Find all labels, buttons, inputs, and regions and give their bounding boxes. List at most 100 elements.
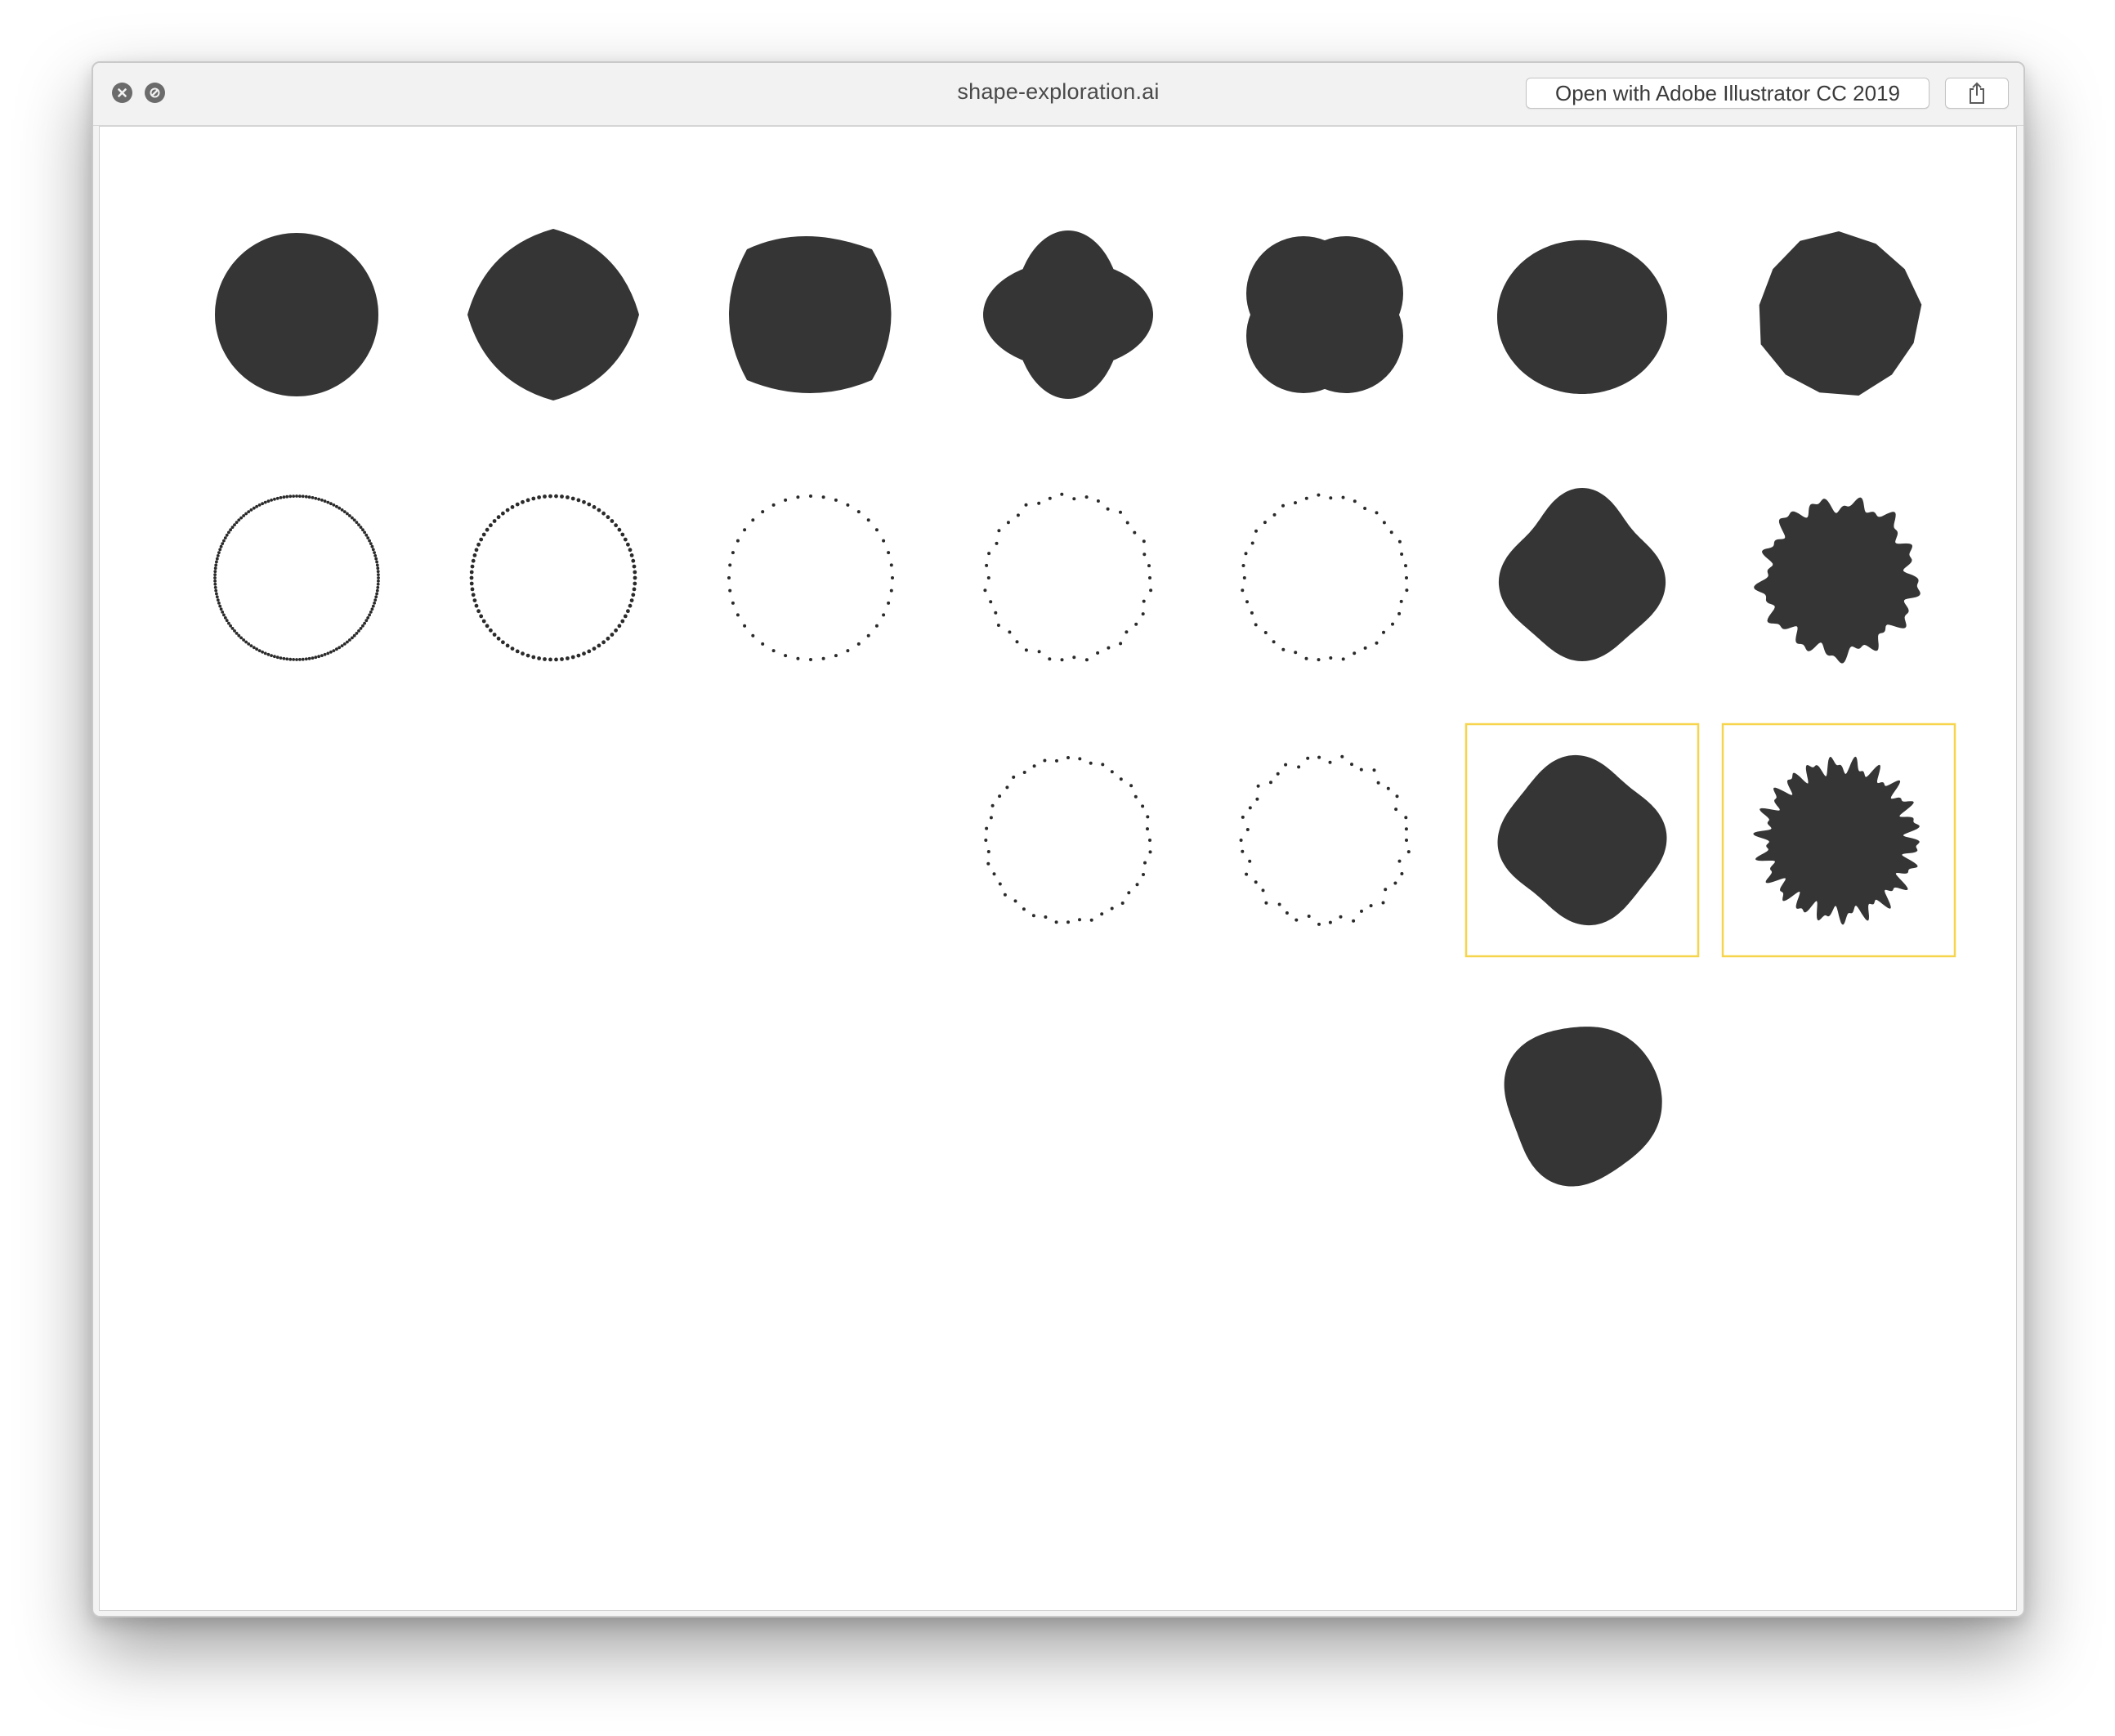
anchor-point <box>1353 499 1357 503</box>
anchor-point <box>582 499 586 504</box>
anchor-point <box>1120 902 1125 905</box>
anchor-point <box>361 528 364 532</box>
anchor-point <box>323 499 327 503</box>
share-button[interactable] <box>1945 78 2009 109</box>
shape-rounded-blob-selected[interactable] <box>1497 754 1667 926</box>
shape-polygon[interactable] <box>1759 231 1922 396</box>
anchor-point <box>1242 576 1246 579</box>
anchor-point <box>275 496 279 500</box>
anchor-point <box>357 523 360 526</box>
anchor-point <box>1400 553 1404 556</box>
anchor-point <box>1048 496 1052 500</box>
anchor-point <box>470 587 475 592</box>
anchor-point <box>223 536 227 539</box>
anchor-point <box>1306 756 1310 760</box>
anchor-point <box>989 600 993 604</box>
anchor-point <box>846 503 850 507</box>
anchor-point <box>515 502 520 507</box>
anchor-point <box>560 494 564 499</box>
shape-rounded-blob[interactable] <box>1498 488 1666 661</box>
anchor-point <box>998 882 1002 886</box>
anchor-point <box>376 566 380 570</box>
anchor-point <box>809 658 812 661</box>
shape-blob[interactable] <box>1497 239 1667 394</box>
anchor-point <box>601 511 606 516</box>
anchor-point <box>610 519 615 523</box>
anchor-point <box>348 514 351 517</box>
dotted-circle-sparse[interactable] <box>727 494 894 661</box>
anchor-point <box>1376 781 1380 785</box>
dotted-circle-row3-b[interactable] <box>1239 754 1411 926</box>
anchor-point <box>515 649 520 654</box>
anchor-point <box>298 494 302 498</box>
anchor-point <box>1369 904 1373 908</box>
anchor-point <box>1363 507 1367 510</box>
anchor-point <box>474 603 479 608</box>
anchor-point <box>1125 521 1129 525</box>
anchor-point <box>570 496 575 501</box>
anchor-point <box>882 539 886 543</box>
shape-lens[interactable] <box>467 229 639 400</box>
anchor-point <box>489 523 493 528</box>
anchor-point <box>1100 912 1104 916</box>
shape-circle[interactable] <box>215 233 378 396</box>
anchor-point <box>1285 911 1289 915</box>
anchor-point <box>1107 646 1111 650</box>
anchor-point <box>887 551 891 555</box>
anchor-point <box>1241 588 1245 593</box>
dotted-circle-dense[interactable] <box>213 494 380 661</box>
anchor-point <box>270 654 273 657</box>
anchor-point <box>543 494 547 499</box>
anchor-point <box>1294 918 1299 922</box>
anchor-point <box>736 613 740 617</box>
anchor-point <box>1284 763 1288 767</box>
anchor-point <box>743 528 747 532</box>
anchor-point <box>1072 497 1076 501</box>
anchor-point <box>1256 784 1260 788</box>
shape-petal-horizontal[interactable] <box>983 261 1153 369</box>
anchor-point <box>1340 754 1344 758</box>
anchor-point <box>1269 781 1272 785</box>
shape-squircle[interactable] <box>729 236 892 393</box>
anchor-point <box>629 553 634 557</box>
shape-quad-lobe[interactable] <box>1289 279 1403 393</box>
anchor-point <box>492 519 497 523</box>
anchor-point <box>237 518 241 522</box>
anchor-point <box>229 624 232 628</box>
shape-rough-blob[interactable] <box>1754 497 1920 664</box>
anchor-point <box>217 602 221 605</box>
shape-spiky-blob-selected[interactable] <box>1753 756 1920 925</box>
title-bar: shape-exploration.ai Open with Adobe Ill… <box>93 63 2023 126</box>
anchor-point <box>213 582 217 586</box>
anchor-point <box>288 657 293 661</box>
anchor-point <box>295 494 298 498</box>
anchor-point <box>352 633 356 638</box>
anchor-point <box>376 585 380 589</box>
anchor-point <box>355 632 359 635</box>
anchor-point <box>866 633 870 638</box>
anchor-point <box>1078 757 1082 761</box>
anchor-point <box>213 576 217 579</box>
anchor-point <box>370 544 374 548</box>
dotted-circle-row3-a[interactable] <box>984 756 1152 924</box>
shape-soft-blob[interactable] <box>1504 1027 1662 1187</box>
dotted-circle-jitter[interactable] <box>983 492 1153 662</box>
anchor-point <box>230 627 235 630</box>
dotted-circle-medium[interactable] <box>469 494 637 662</box>
anchor-point <box>298 658 302 661</box>
anchor-point <box>587 649 592 654</box>
anchor-point <box>606 636 610 641</box>
anchor-point <box>995 541 999 545</box>
share-icon <box>1970 82 1984 104</box>
anchor-point <box>1294 651 1298 655</box>
anchor-point <box>1391 622 1394 626</box>
anchor-point <box>1264 901 1268 905</box>
anchor-point <box>1012 775 1016 779</box>
anchor-point <box>1328 760 1332 764</box>
anchor-point <box>1341 657 1345 661</box>
anchor-point <box>375 560 378 564</box>
anchor-point <box>230 526 235 529</box>
open-with-illustrator-button[interactable]: Open with Adobe Illustrator CC 2019 <box>1526 78 1929 109</box>
dotted-circle-jitter-2[interactable] <box>1241 493 1409 662</box>
anchor-point <box>1148 576 1151 579</box>
